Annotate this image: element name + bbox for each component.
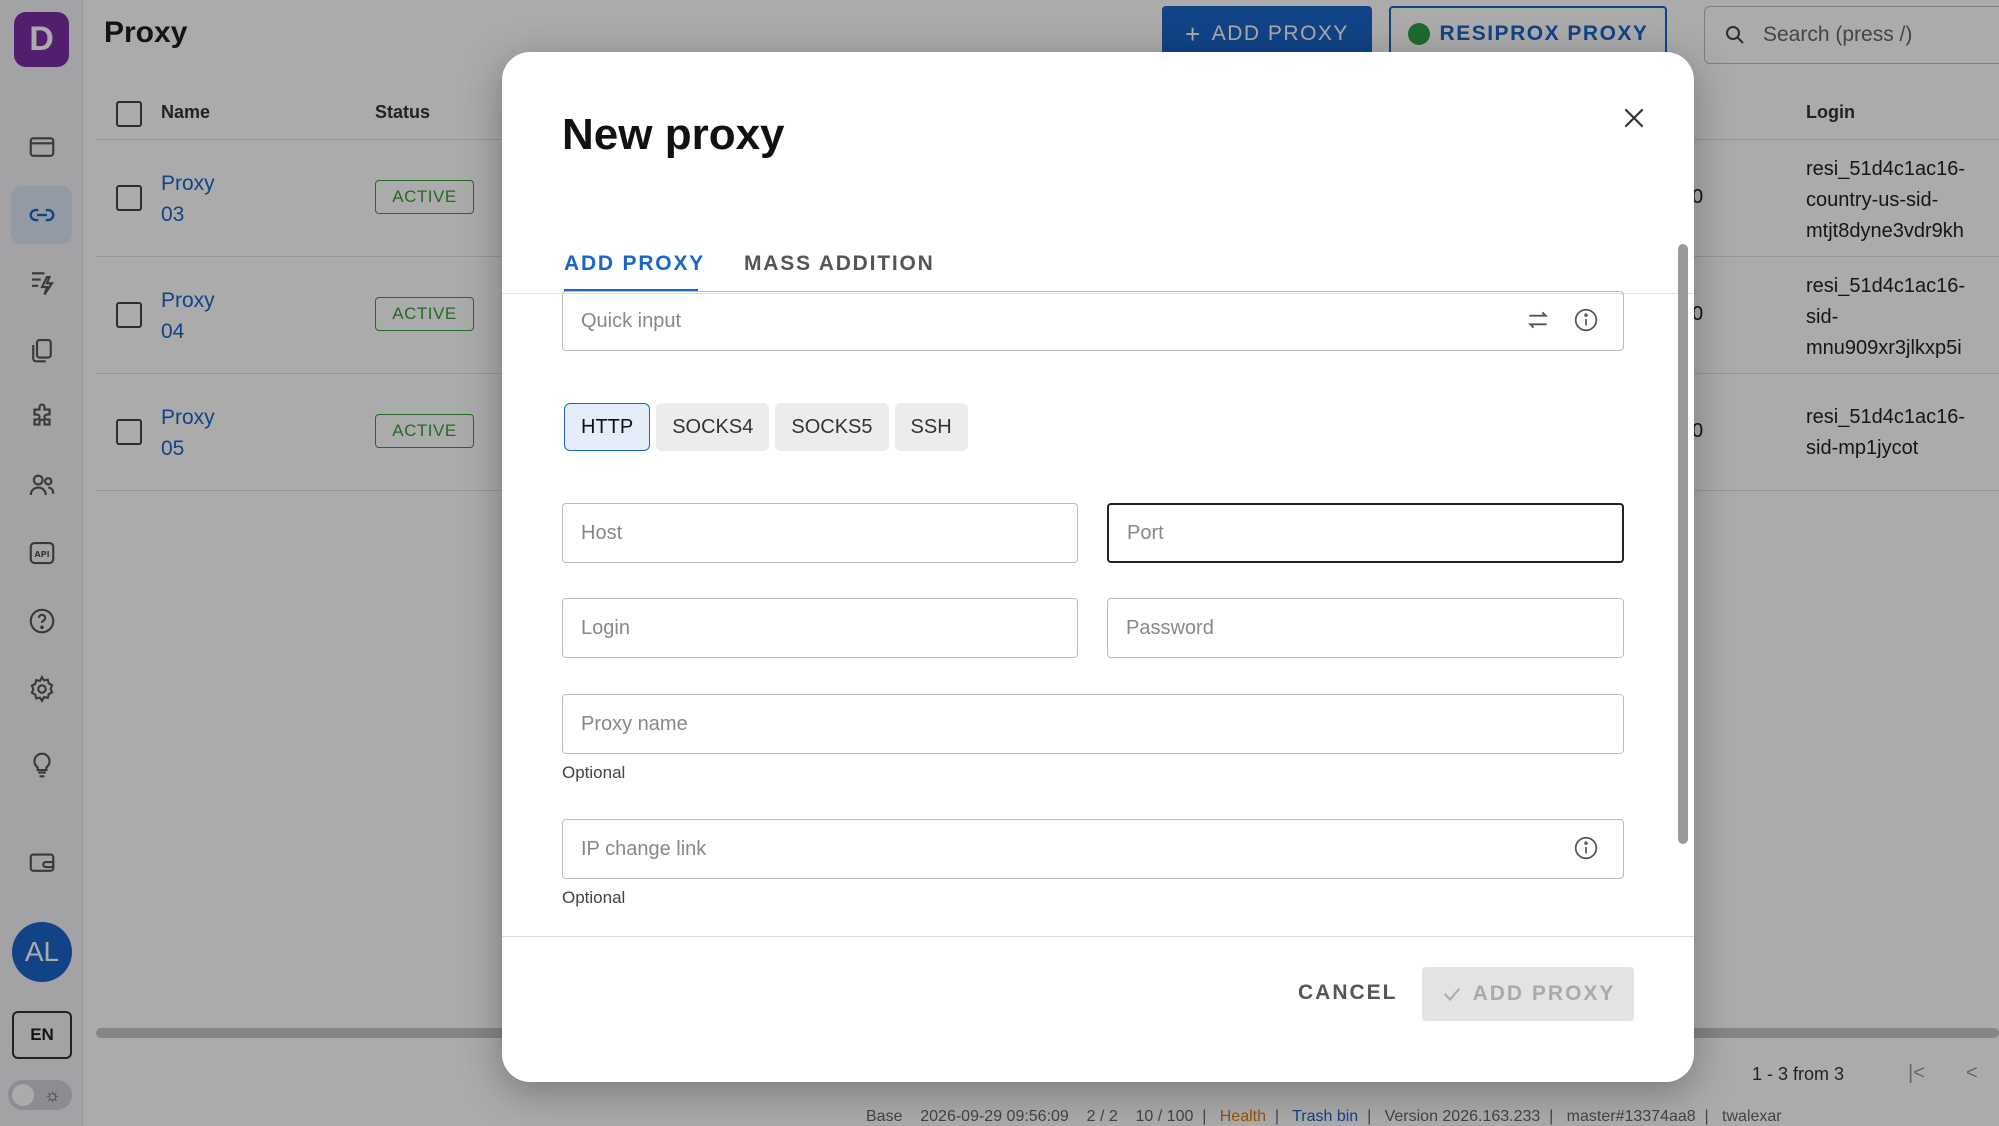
password-placeholder: Password <box>1126 616 1214 639</box>
proxy-name-helper: Optional <box>562 763 626 782</box>
dialog-footer: CANCEL ADD PROXY <box>502 936 1694 1082</box>
proxy-name-placeholder: Proxy name <box>581 712 688 735</box>
submit-label: ADD PROXY <box>1472 982 1616 1005</box>
type-socks5-button[interactable]: SOCKS5 <box>775 403 889 451</box>
ip-change-link-field[interactable]: IP change link <box>562 819 1624 879</box>
dialog-tabs: ADD PROXY MASS ADDITION <box>502 180 1694 294</box>
close-icon <box>1624 108 1644 128</box>
port-field[interactable]: Port <box>1107 503 1624 563</box>
host-placeholder: Host <box>581 521 623 544</box>
new-proxy-dialog: New proxy ADD PROXY MASS ADDITION Quick … <box>502 52 1694 1082</box>
tab-mass-addition[interactable]: MASS ADDITION <box>744 252 935 276</box>
type-socks4-button[interactable]: SOCKS4 <box>656 403 770 451</box>
ip-change-actions <box>1573 835 1599 861</box>
dialog-scrollbar[interactable] <box>1678 244 1688 844</box>
type-ssh-button[interactable]: SSH <box>894 403 968 451</box>
quick-input-placeholder: Quick input <box>581 309 682 332</box>
proxy-name-field[interactable]: Proxy name <box>562 694 1624 754</box>
dialog-title: New proxy <box>562 110 785 159</box>
ip-change-placeholder: IP change link <box>581 837 707 860</box>
info-icon[interactable] <box>1573 835 1599 861</box>
password-field[interactable]: Password <box>1107 598 1624 658</box>
cancel-button[interactable]: CANCEL <box>1298 981 1398 1005</box>
quick-input-actions <box>1525 307 1599 333</box>
info-icon[interactable] <box>1573 307 1599 333</box>
check-icon <box>1443 987 1460 1001</box>
login-field[interactable]: Login <box>562 598 1078 658</box>
close-button[interactable] <box>1614 98 1654 138</box>
login-placeholder: Login <box>581 616 630 639</box>
host-field[interactable]: Host <box>562 503 1078 563</box>
proxy-type-selector: HTTP SOCKS4 SOCKS5 SSH <box>564 403 968 451</box>
port-placeholder: Port <box>1127 521 1164 544</box>
tab-add-proxy[interactable]: ADD PROXY <box>564 252 705 276</box>
submit-add-proxy-button[interactable]: ADD PROXY <box>1422 967 1634 1021</box>
quick-input-field[interactable]: Quick input <box>562 291 1624 351</box>
type-http-button[interactable]: HTTP <box>564 403 651 451</box>
ip-change-helper: Optional <box>562 888 626 907</box>
swap-arrows-icon[interactable] <box>1525 307 1551 333</box>
